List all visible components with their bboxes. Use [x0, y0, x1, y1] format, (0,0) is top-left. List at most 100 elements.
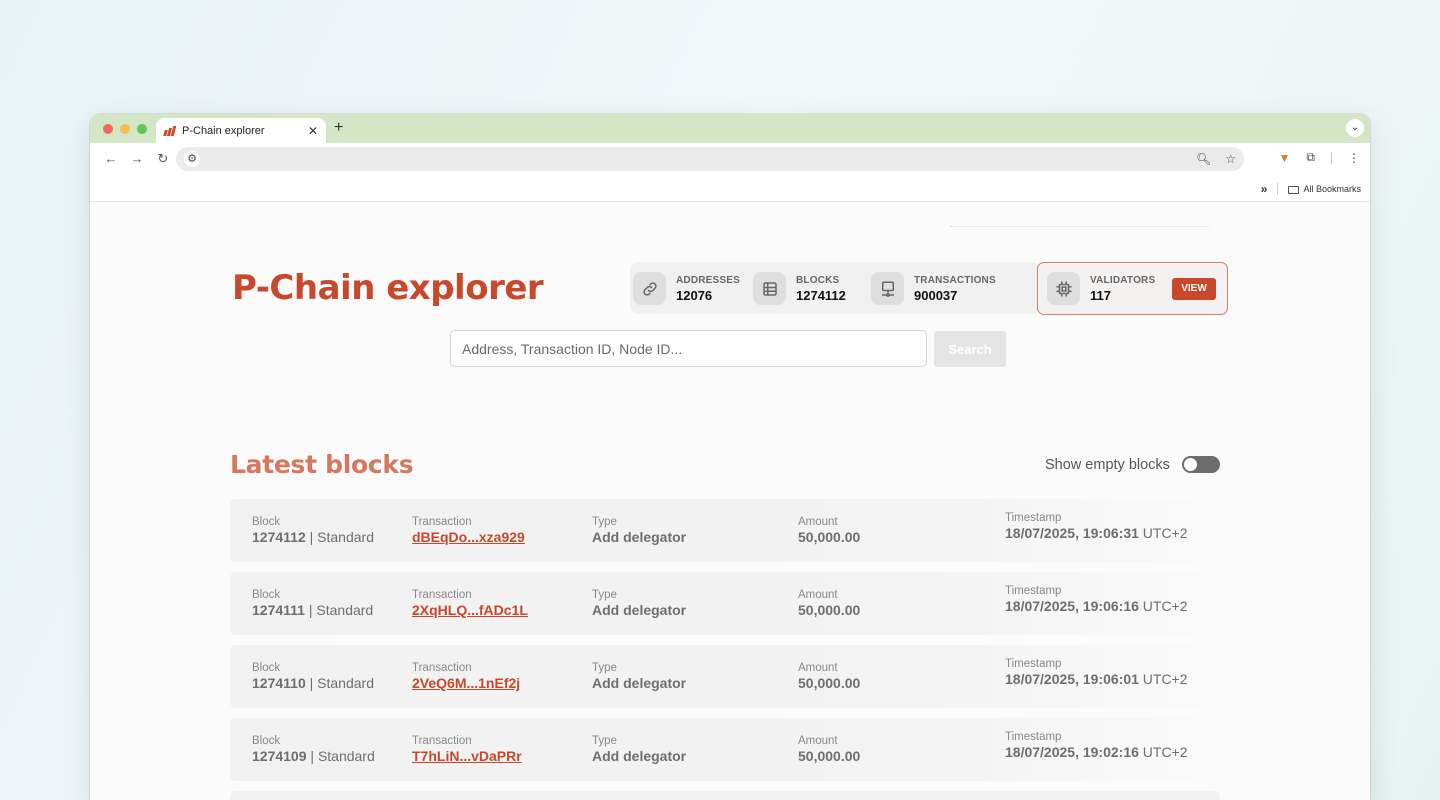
amount-value: 50,000.00	[798, 529, 861, 545]
back-arrow-icon[interactable]: ←	[98, 151, 124, 166]
transaction-cell: Transaction dBEqDo...xza929	[412, 516, 525, 545]
stat-transactions: TRANSACTIONS 900037	[871, 272, 996, 305]
search-input[interactable]	[450, 330, 927, 367]
type-cell: Type Add delegator	[592, 589, 686, 618]
timestamp-cell: Timestamp 18/07/2025, 19:06:31 UTC+2	[1005, 512, 1188, 541]
address-bar[interactable]: ⚙ 🔍︎ ☆	[176, 147, 1244, 171]
amount-header: Amount	[798, 516, 838, 528]
stat-transactions-value: 900037	[914, 287, 958, 303]
chip-icon	[1047, 272, 1080, 305]
block-cell: Block 1274112 | Standard	[252, 516, 374, 545]
block-divider: |	[305, 675, 318, 691]
close-window-button[interactable]	[103, 124, 113, 134]
search-button[interactable]: Search	[934, 331, 1006, 367]
type-cell: Type Add delegator	[592, 662, 686, 691]
tab-title: P-Chain explorer	[182, 124, 265, 137]
timezone: UTC+2	[1142, 525, 1188, 541]
transaction-cell: Transaction 2VeQ6M...1nEf2j	[412, 662, 520, 691]
browser-tab[interactable]: P-Chain explorer ✕	[156, 118, 326, 143]
block-cell: Block 1274110 | Standard	[252, 662, 374, 691]
all-bookmarks-link[interactable]: All Bookmarks	[1288, 184, 1361, 194]
view-validators-button[interactable]: VIEW	[1172, 278, 1216, 300]
reload-icon[interactable]: ↻	[150, 151, 176, 167]
block-kind: Standard	[317, 675, 374, 691]
page-content: P-Chain explorer ADDRESSES 12076 BLOCKS …	[90, 202, 1370, 800]
timezone: UTC+2	[1142, 598, 1188, 614]
transaction-type: Add delegator	[592, 675, 687, 691]
type-cell: Type Add delegator	[592, 516, 686, 545]
stat-transactions-label: TRANSACTIONS	[914, 274, 996, 286]
zoom-icon[interactable]: 🔍︎	[1196, 152, 1211, 166]
timestamp-cell: Timestamp 18/07/2025, 19:02:16 UTC+2	[1005, 731, 1188, 760]
amount-value: 50,000.00	[798, 748, 861, 764]
transaction-header: Transaction	[412, 516, 472, 528]
block-divider: |	[306, 748, 318, 764]
transaction-link[interactable]: 2XqHLQ...fADc1L	[412, 602, 528, 618]
block-number[interactable]: 1274111	[252, 602, 305, 618]
transaction-cell: Transaction 2XqHLQ...fADc1L	[412, 589, 528, 618]
tab-strip: P-Chain explorer ✕ + ⌄	[90, 114, 1370, 143]
timestamp-value: 18/07/2025, 19:02:16	[1005, 744, 1139, 760]
block-number[interactable]: 1274112	[252, 529, 306, 545]
forward-arrow-icon[interactable]: →	[124, 151, 150, 166]
toolbar-extensions: ▼ ⧉ ⋮	[1279, 150, 1360, 165]
table-row[interactable]: Block 1274111 | Standard Transaction 2Xq…	[230, 572, 1220, 635]
extensions-puzzle-icon[interactable]: ⧉	[1306, 150, 1315, 165]
transaction-type: Add delegator	[592, 748, 687, 764]
block-header: Block	[252, 589, 281, 601]
timestamp-cell: Timestamp 18/07/2025, 19:06:01 UTC+2	[1005, 658, 1188, 687]
amount-cell: Amount 50,000.00	[798, 662, 860, 691]
table-row[interactable]: Block 1274109 | Standard Transaction T7h…	[230, 718, 1220, 781]
stat-validators-label: VALIDATORS	[1090, 274, 1156, 286]
type-header: Type	[592, 589, 617, 601]
table-row[interactable]: Block 1274112 | Standard Transaction dBE…	[230, 499, 1220, 562]
block-kind: Standard	[317, 529, 374, 545]
toggle-knob	[1183, 458, 1197, 471]
browser-menu-icon[interactable]: ⋮	[1348, 151, 1360, 165]
block-number[interactable]: 1274110	[252, 675, 306, 691]
more-bookmarks-chevron-icon[interactable]: »	[1261, 182, 1268, 196]
bookmarks-bar: » All Bookmarks	[90, 174, 1370, 202]
transaction-link[interactable]: dBEqDo...xza929	[412, 529, 525, 545]
show-empty-blocks-toggle[interactable]	[1181, 456, 1220, 473]
transaction-header: Transaction	[412, 735, 472, 747]
block-kind: Standard	[317, 748, 375, 764]
amount-cell: Amount 50,000.00	[798, 589, 860, 618]
stat-validators: VALIDATORS 117	[1047, 272, 1155, 305]
list-item[interactable]	[230, 791, 1220, 800]
tab-search-chevron-icon[interactable]: ⌄	[1346, 119, 1364, 137]
block-number[interactable]: 1274109	[252, 748, 307, 764]
stats-panel: ADDRESSES 12076 BLOCKS 1274112 TRANSACTI…	[630, 262, 1040, 314]
amount-header: Amount	[798, 662, 838, 674]
amount-header: Amount	[798, 589, 838, 601]
close-tab-icon[interactable]: ✕	[308, 124, 318, 138]
timestamp-header: Timestamp	[1005, 731, 1062, 743]
new-tab-button[interactable]: +	[334, 119, 343, 137]
bookmark-star-icon[interactable]: ☆	[1225, 152, 1236, 166]
browser-window: P-Chain explorer ✕ + ⌄ ← → ↻ ⚙ 🔍︎ ☆ ▼ ⧉ …	[90, 114, 1370, 800]
timestamp-cell: Timestamp 18/07/2025, 19:06:16 UTC+2	[1005, 585, 1188, 614]
toolbar-divider	[1331, 151, 1332, 164]
timestamp-value: 18/07/2025, 19:06:16	[1005, 598, 1139, 614]
metamask-fox-icon[interactable]: ▼	[1279, 151, 1291, 165]
type-header: Type	[592, 516, 617, 528]
show-empty-blocks-control: Show empty blocks	[1045, 456, 1220, 473]
block-cell: Block 1274109 | Standard	[252, 735, 375, 764]
transaction-link[interactable]: 2VeQ6M...1nEf2j	[412, 675, 520, 691]
site-info-icon[interactable]: ⚙	[184, 151, 200, 167]
page-title: P-Chain explorer	[232, 268, 544, 308]
timezone: UTC+2	[1142, 744, 1188, 760]
table-row[interactable]: Block 1274110 | Standard Transaction 2Ve…	[230, 645, 1220, 708]
timestamp-header: Timestamp	[1005, 585, 1062, 597]
block-cell: Block 1274111 | Standard	[252, 589, 373, 618]
maximize-window-button[interactable]	[137, 124, 147, 134]
block-header: Block	[252, 735, 281, 747]
amount-header: Amount	[798, 735, 838, 747]
type-header: Type	[592, 735, 617, 747]
amount-cell: Amount 50,000.00	[798, 735, 860, 764]
minimize-window-button[interactable]	[120, 124, 130, 134]
timestamp-header: Timestamp	[1005, 658, 1062, 670]
stat-addresses-label: ADDRESSES	[676, 274, 741, 286]
bookmarks-divider	[1277, 183, 1279, 195]
transaction-link[interactable]: T7hLiN...vDaPRr	[412, 748, 522, 764]
